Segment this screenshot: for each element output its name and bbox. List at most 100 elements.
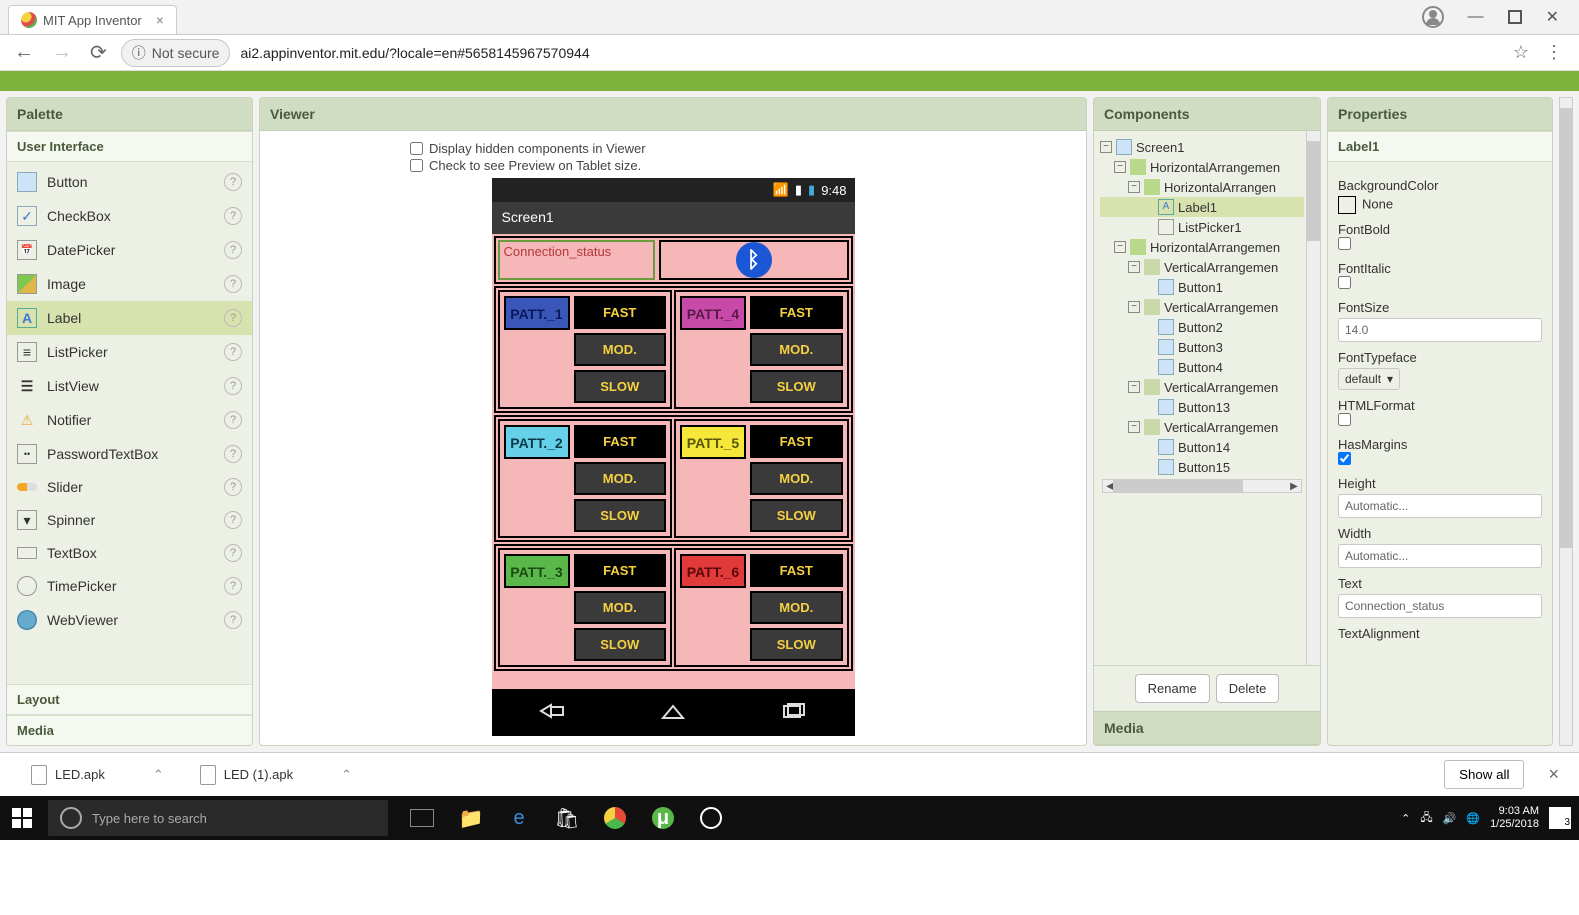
taskbar-search[interactable]: Type here to search <box>48 800 388 836</box>
tray-network-icon[interactable]: 🖧 <box>1420 809 1432 828</box>
mod-button[interactable]: MOD. <box>750 462 843 495</box>
taskbar-clock[interactable]: 9:03 AM 1/25/2018 <box>1490 805 1539 831</box>
tree-node[interactable]: Button14 <box>1100 437 1304 457</box>
palette-item-password[interactable]: ••PasswordTextBox? <box>7 437 252 471</box>
palette-item-datepicker[interactable]: 📅DatePicker? <box>7 233 252 267</box>
palette-item-checkbox[interactable]: ✓CheckBox? <box>7 199 252 233</box>
tree-node[interactable]: Button2 <box>1100 317 1304 337</box>
tree-node[interactable]: Button3 <box>1100 337 1304 357</box>
back-icon[interactable]: ← <box>10 39 38 66</box>
help-icon[interactable]: ? <box>224 611 242 629</box>
prop-width-input[interactable] <box>1338 544 1542 568</box>
prop-typeface-select[interactable]: default▾ <box>1338 368 1400 390</box>
help-icon[interactable]: ? <box>224 411 242 429</box>
security-pill[interactable]: ⓘ Not secure <box>121 39 231 67</box>
pattern-button-3[interactable]: PATT._3 <box>504 554 570 588</box>
slow-button[interactable]: SLOW <box>750 628 843 661</box>
obs-icon[interactable] <box>690 796 732 840</box>
pattern-button-2[interactable]: PATT._2 <box>504 425 570 459</box>
tablet-preview-checkbox[interactable]: Check to see Preview on Tablet size. <box>410 158 936 173</box>
prop-bgcolor-value[interactable]: None <box>1338 196 1542 214</box>
download-item[interactable]: LED.apk ⌃ <box>20 758 175 792</box>
chrome-menu-icon[interactable]: ⋮ <box>1545 42 1569 63</box>
tree-node[interactable]: −VerticalArrangemen <box>1100 377 1304 397</box>
slow-button[interactable]: SLOW <box>574 370 667 403</box>
components-tree[interactable]: −Screen1 −HorizontalArrangemen −Horizont… <box>1094 131 1306 665</box>
chevron-up-icon[interactable]: ⌃ <box>153 767 164 783</box>
android-home-icon[interactable] <box>659 702 687 726</box>
help-icon[interactable]: ? <box>224 241 242 259</box>
fast-button[interactable]: FAST <box>750 554 843 587</box>
window-minimize-icon[interactable]: — <box>1468 8 1484 26</box>
tree-node[interactable]: ListPicker1 <box>1100 217 1304 237</box>
tree-node-screen[interactable]: −Screen1 <box>1100 137 1304 157</box>
mod-button[interactable]: MOD. <box>750 591 843 624</box>
app-screen[interactable]: Connection_status ᛒ PATT._1 FAST MOD. SL… <box>492 234 855 689</box>
collapse-icon[interactable]: − <box>1128 381 1140 393</box>
downloads-close-icon[interactable]: × <box>1548 764 1559 785</box>
collapse-icon[interactable]: − <box>1114 241 1126 253</box>
mod-button[interactable]: MOD. <box>750 333 843 366</box>
help-icon[interactable]: ? <box>224 173 242 191</box>
connection-status-label[interactable]: Connection_status <box>498 240 655 280</box>
url-text[interactable]: ai2.appinventor.mit.edu/?locale=en#56581… <box>240 45 589 61</box>
bluetooth-icon[interactable]: ᛒ <box>736 242 772 278</box>
pattern-button-1[interactable]: PATT._1 <box>504 296 570 330</box>
tree-vertical-scrollbar[interactable] <box>1306 131 1320 665</box>
collapse-icon[interactable]: − <box>1128 261 1140 273</box>
prop-fontbold-checkbox[interactable] <box>1338 237 1351 250</box>
show-all-button[interactable]: Show all <box>1444 760 1524 789</box>
tray-volume-icon[interactable]: 🔊 <box>1443 812 1457 825</box>
window-maximize-icon[interactable] <box>1508 10 1522 24</box>
palette-item-button[interactable]: Button? <box>7 165 252 199</box>
prop-htmlformat-checkbox[interactable] <box>1338 413 1351 426</box>
tree-node[interactable]: −VerticalArrangemen <box>1100 297 1304 317</box>
help-icon[interactable]: ? <box>224 275 242 293</box>
bookmark-star-icon[interactable]: ☆ <box>1513 42 1535 63</box>
tree-node[interactable]: −VerticalArrangemen <box>1100 257 1304 277</box>
task-view-icon[interactable] <box>410 809 434 827</box>
store-icon[interactable]: 🛍 <box>546 796 588 840</box>
help-icon[interactable]: ? <box>224 343 242 361</box>
mod-button[interactable]: MOD. <box>574 333 667 366</box>
palette-layout-header[interactable]: Layout <box>7 684 252 715</box>
chevron-up-icon[interactable]: ⌃ <box>341 767 352 783</box>
palette-media-header[interactable]: Media <box>7 715 252 745</box>
scrollbar-thumb[interactable] <box>1307 141 1320 241</box>
palette-ui-header[interactable]: User Interface <box>7 131 252 162</box>
help-icon[interactable]: ? <box>224 511 242 529</box>
pattern-button-6[interactable]: PATT._6 <box>680 554 746 588</box>
collapse-icon[interactable]: − <box>1128 301 1140 313</box>
collapse-icon[interactable]: − <box>1128 181 1140 193</box>
chrome-user-icon[interactable] <box>1422 6 1444 28</box>
mod-button[interactable]: MOD. <box>574 591 667 624</box>
tree-node[interactable]: Button4 <box>1100 357 1304 377</box>
scrollbar-thumb[interactable] <box>1560 108 1572 548</box>
pattern-button-5[interactable]: PATT._5 <box>680 425 746 459</box>
fast-button[interactable]: FAST <box>574 296 667 329</box>
help-icon[interactable]: ? <box>224 544 242 562</box>
help-icon[interactable]: ? <box>224 207 242 225</box>
mod-button[interactable]: MOD. <box>574 462 667 495</box>
prop-fontsize-input[interactable] <box>1338 318 1542 342</box>
window-close-icon[interactable]: ✕ <box>1546 7 1559 27</box>
rename-button[interactable]: Rename <box>1135 674 1210 703</box>
pattern-button-4[interactable]: PATT._4 <box>680 296 746 330</box>
help-icon[interactable]: ? <box>224 577 242 595</box>
palette-item-slider[interactable]: Slider? <box>7 471 252 503</box>
android-back-icon[interactable] <box>538 702 566 726</box>
edge-icon[interactable]: e <box>498 796 540 840</box>
help-icon[interactable]: ? <box>224 377 242 395</box>
palette-item-timepicker[interactable]: TimePicker? <box>7 569 252 603</box>
reload-icon[interactable]: ⟳ <box>86 38 111 67</box>
tree-node[interactable]: −HorizontalArrangen <box>1100 177 1304 197</box>
tree-node[interactable]: Button1 <box>1100 277 1304 297</box>
palette-item-notifier[interactable]: ⚠Notifier? <box>7 403 252 437</box>
utorrent-icon[interactable]: μ <box>642 796 684 840</box>
tray-chevron-up-icon[interactable]: ⌃ <box>1401 812 1410 825</box>
slow-button[interactable]: SLOW <box>750 499 843 532</box>
prop-height-input[interactable] <box>1338 494 1542 518</box>
tree-node[interactable]: −HorizontalArrangemen <box>1100 157 1304 177</box>
fast-button[interactable]: FAST <box>750 296 843 329</box>
collapse-icon[interactable]: − <box>1100 141 1112 153</box>
